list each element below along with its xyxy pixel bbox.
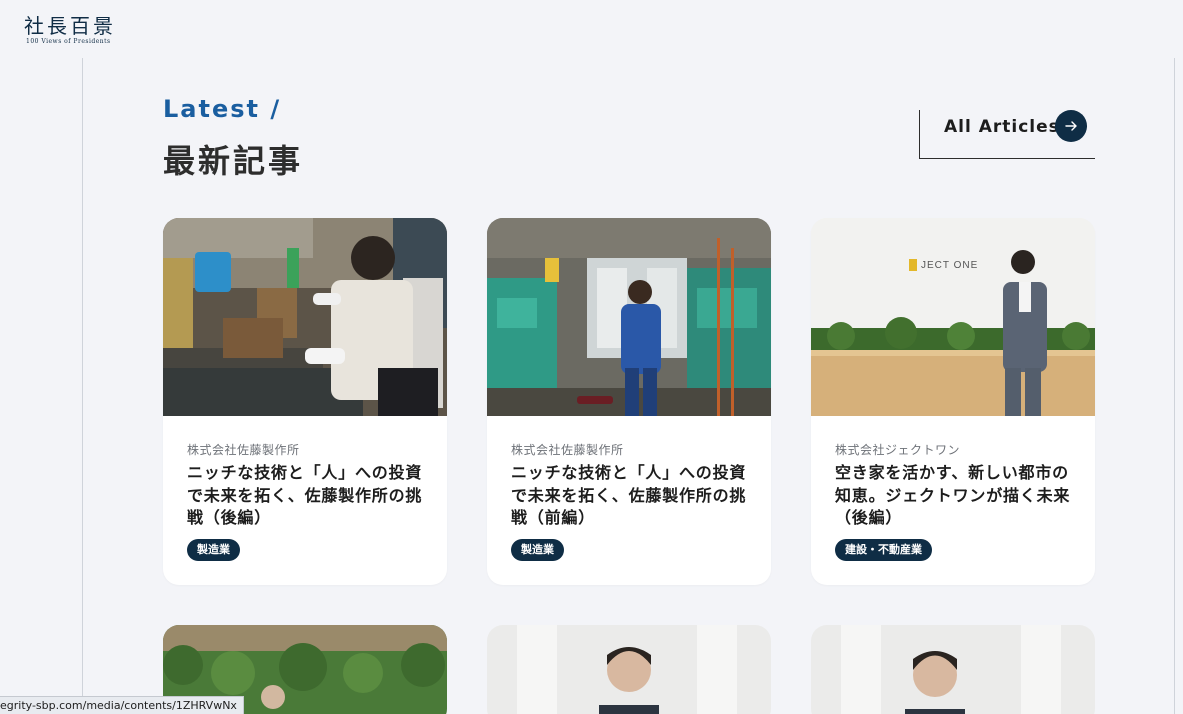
- article-title[interactable]: ニッチな技術と「人」への投資で未来を拓く、佐藤製作所の挑戦（後編）: [187, 462, 427, 530]
- article-card[interactable]: 株式会社佐藤製作所 ニッチな技術と「人」への投資で未来を拓く、佐藤製作所の挑戦（…: [487, 218, 771, 585]
- logo-main-text: 社長百景: [24, 14, 116, 38]
- status-bar-url: egrity-sbp.com/media/contents/1ZHRVwNx: [0, 696, 244, 714]
- all-articles-label: All Articles: [944, 117, 1060, 137]
- article-company: 株式会社佐藤製作所: [187, 443, 300, 457]
- section-title-ja: 最新記事: [163, 142, 304, 180]
- article-image-factory-man[interactable]: [487, 218, 771, 416]
- arrow-right-icon[interactable]: [1055, 110, 1087, 142]
- all-articles-button[interactable]: All Articles: [919, 110, 1095, 159]
- category-tag[interactable]: 製造業: [187, 539, 240, 561]
- category-tag[interactable]: 建設・不動産業: [835, 539, 932, 561]
- site-header: 社長百景 100 Views of Presidents: [0, 0, 1183, 58]
- article-image-interview-1[interactable]: [487, 625, 771, 714]
- article-image-interview-2[interactable]: [811, 625, 1095, 714]
- left-divider: [82, 58, 83, 714]
- article-title[interactable]: ニッチな技術と「人」への投資で未来を拓く、佐藤製作所の挑戦（前編）: [511, 462, 751, 530]
- article-card[interactable]: JECT ONE 株式会社ジェクトワン 空き家を活かす、新しい都市の知恵。ジェク…: [811, 218, 1095, 585]
- article-title[interactable]: 空き家を活かす、新しい都市の知恵。ジェクトワンが描く未来（後編）: [835, 462, 1075, 530]
- logo-sub-text: 100 Views of Presidents: [26, 38, 111, 45]
- category-tag[interactable]: 製造業: [511, 539, 564, 561]
- signage-text: JECT ONE: [921, 260, 979, 271]
- article-image-office-man[interactable]: JECT ONE: [811, 218, 1095, 416]
- article-image-workshop-woman[interactable]: [163, 218, 447, 416]
- site-logo[interactable]: 社長百景 100 Views of Presidents: [24, 14, 116, 46]
- section-title-en: Latest /: [163, 95, 282, 123]
- article-company: 株式会社佐藤製作所: [511, 443, 624, 457]
- right-divider: [1174, 58, 1175, 714]
- article-card[interactable]: 株式会社佐藤製作所 ニッチな技術と「人」への投資で未来を拓く、佐藤製作所の挑戦（…: [163, 218, 447, 585]
- article-company: 株式会社ジェクトワン: [835, 443, 961, 457]
